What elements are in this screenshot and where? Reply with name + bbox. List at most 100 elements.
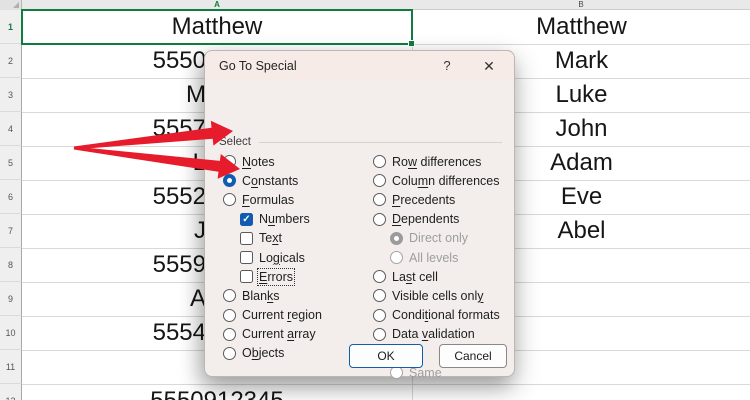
option-label: Last cell [392,269,438,284]
option-label: Text [259,231,282,246]
option-label: Formulas [242,192,295,207]
radio-direct-only: Direct only [373,229,500,248]
radio-current-region[interactable]: Current region [223,306,322,325]
option-label: Objects [242,346,285,361]
row-header-2[interactable]: 2 [0,44,22,78]
radio-row-differences[interactable]: Row differences [373,152,500,171]
option-label: Errors [256,267,296,286]
option-label: Blanks [242,288,280,303]
radio-notes[interactable]: Notes [223,152,322,171]
row-header-7[interactable]: 7 [0,214,22,248]
radio-icon [390,366,403,380]
row-header-8[interactable]: 8 [0,248,22,282]
radio-icon [373,308,386,322]
cell-a6[interactable]: 5552 [23,180,206,214]
help-icon[interactable]: ? [437,51,457,81]
cell-a2[interactable]: 5550 [23,44,206,78]
option-label: Dependents [392,212,460,227]
option-label: Notes [242,154,275,169]
row-header-3[interactable]: 3 [0,78,22,112]
radio-icon [373,212,386,226]
radio-visible-cells-only[interactable]: Visible cells only [373,286,500,305]
checkbox-icon [240,251,253,265]
cell-a7[interactable]: J [23,214,206,248]
option-label: Column differences [392,173,500,188]
select-all-corner[interactable] [0,0,22,10]
close-icon[interactable]: ✕ [477,51,501,81]
dialog-title: Go To Special [219,59,297,73]
row-header-4[interactable]: 4 [0,112,22,146]
option-label: Numbers [259,212,310,227]
cell-a5[interactable]: L [23,146,206,180]
cell-a8[interactable]: 5559 [23,248,206,282]
cell-a9[interactable]: A [23,282,206,316]
radio-icon [373,155,386,169]
excel-window: A B 1 Matthew Matthew 2 5550 Mark 3 M Luke 4 5557 J… [0,0,750,400]
cancel-button[interactable]: Cancel [439,344,507,368]
radio-icon [223,155,236,169]
radio-icon [373,327,386,341]
checkbox-logicals[interactable]: Logicals [223,248,322,267]
row-header-12[interactable]: 12 [0,384,22,400]
row-header-6[interactable]: 6 [0,180,22,214]
options-left-column: Notes Constants Formulas ✓ Numbers Text Logica… [223,152,322,363]
checkbox-icon [240,270,253,284]
checkbox-text[interactable]: Text [223,229,322,248]
cell-a1[interactable]: Matthew [22,10,412,44]
row-header-9[interactable]: 9 [0,282,22,316]
option-label: All levels [409,250,459,265]
radio-formulas[interactable]: Formulas [223,190,322,209]
radio-constants[interactable]: Constants [223,171,322,190]
radio-icon [390,251,403,265]
group-divider [258,141,502,143]
option-label: Precedents [392,192,456,207]
option-label: Conditional formats [392,308,500,323]
radio-precedents[interactable]: Precedents [373,190,500,209]
radio-last-cell[interactable]: Last cell [373,267,500,286]
ok-button[interactable]: OK [349,344,423,368]
row-header-10[interactable]: 10 [0,316,22,350]
radio-column-differences[interactable]: Column differences [373,171,500,190]
row-header-5[interactable]: 5 [0,146,22,180]
cell-a3[interactable]: M [23,78,206,112]
checkbox-icon: ✓ [240,212,253,226]
select-group-label: Select [219,136,251,148]
radio-icon [373,174,386,188]
column-header-b[interactable]: B [412,0,750,10]
cell-a4[interactable]: 5557 [23,112,206,146]
radio-conditional-formats[interactable]: Conditional formats [373,306,500,325]
radio-current-array[interactable]: Current array [223,325,322,344]
column-header-a[interactable]: A [22,0,412,10]
cell-a12[interactable]: 5550912345 [22,384,412,400]
checkbox-numbers[interactable]: ✓ Numbers [223,210,322,229]
option-label: Direct only [409,231,469,246]
fill-handle[interactable] [408,40,415,47]
select-all-triangle-icon [13,2,19,8]
radio-icon [223,346,236,360]
radio-dependents[interactable]: Dependents [373,210,500,229]
radio-icon [223,308,236,322]
radio-data-validation[interactable]: Data validation [373,325,500,344]
radio-icon [373,193,386,207]
radio-all-levels: All levels [373,248,500,267]
radio-icon [373,270,386,284]
radio-icon [373,289,386,303]
checkbox-errors[interactable]: Errors [223,267,322,286]
radio-icon [390,231,403,245]
option-label: Current region [242,308,322,323]
radio-objects[interactable]: Objects [223,344,322,363]
radio-icon [223,174,236,188]
checkbox-icon [240,231,253,245]
go-to-special-dialog: Go To Special ? ✕ Select Notes Constants F… [204,50,515,380]
option-label: Data validation [392,327,475,342]
cell-b1[interactable]: Matthew [413,10,750,44]
option-label: Logicals [259,250,305,265]
row-header-11[interactable]: 11 [0,350,22,384]
radio-icon [223,193,236,207]
cell-a10[interactable]: 5554 [23,316,206,350]
radio-blanks[interactable]: Blanks [223,286,322,305]
option-label: Current array [242,327,316,342]
radio-icon [223,289,236,303]
option-label: Row differences [392,154,482,169]
row-header-1[interactable]: 1 [0,10,22,44]
